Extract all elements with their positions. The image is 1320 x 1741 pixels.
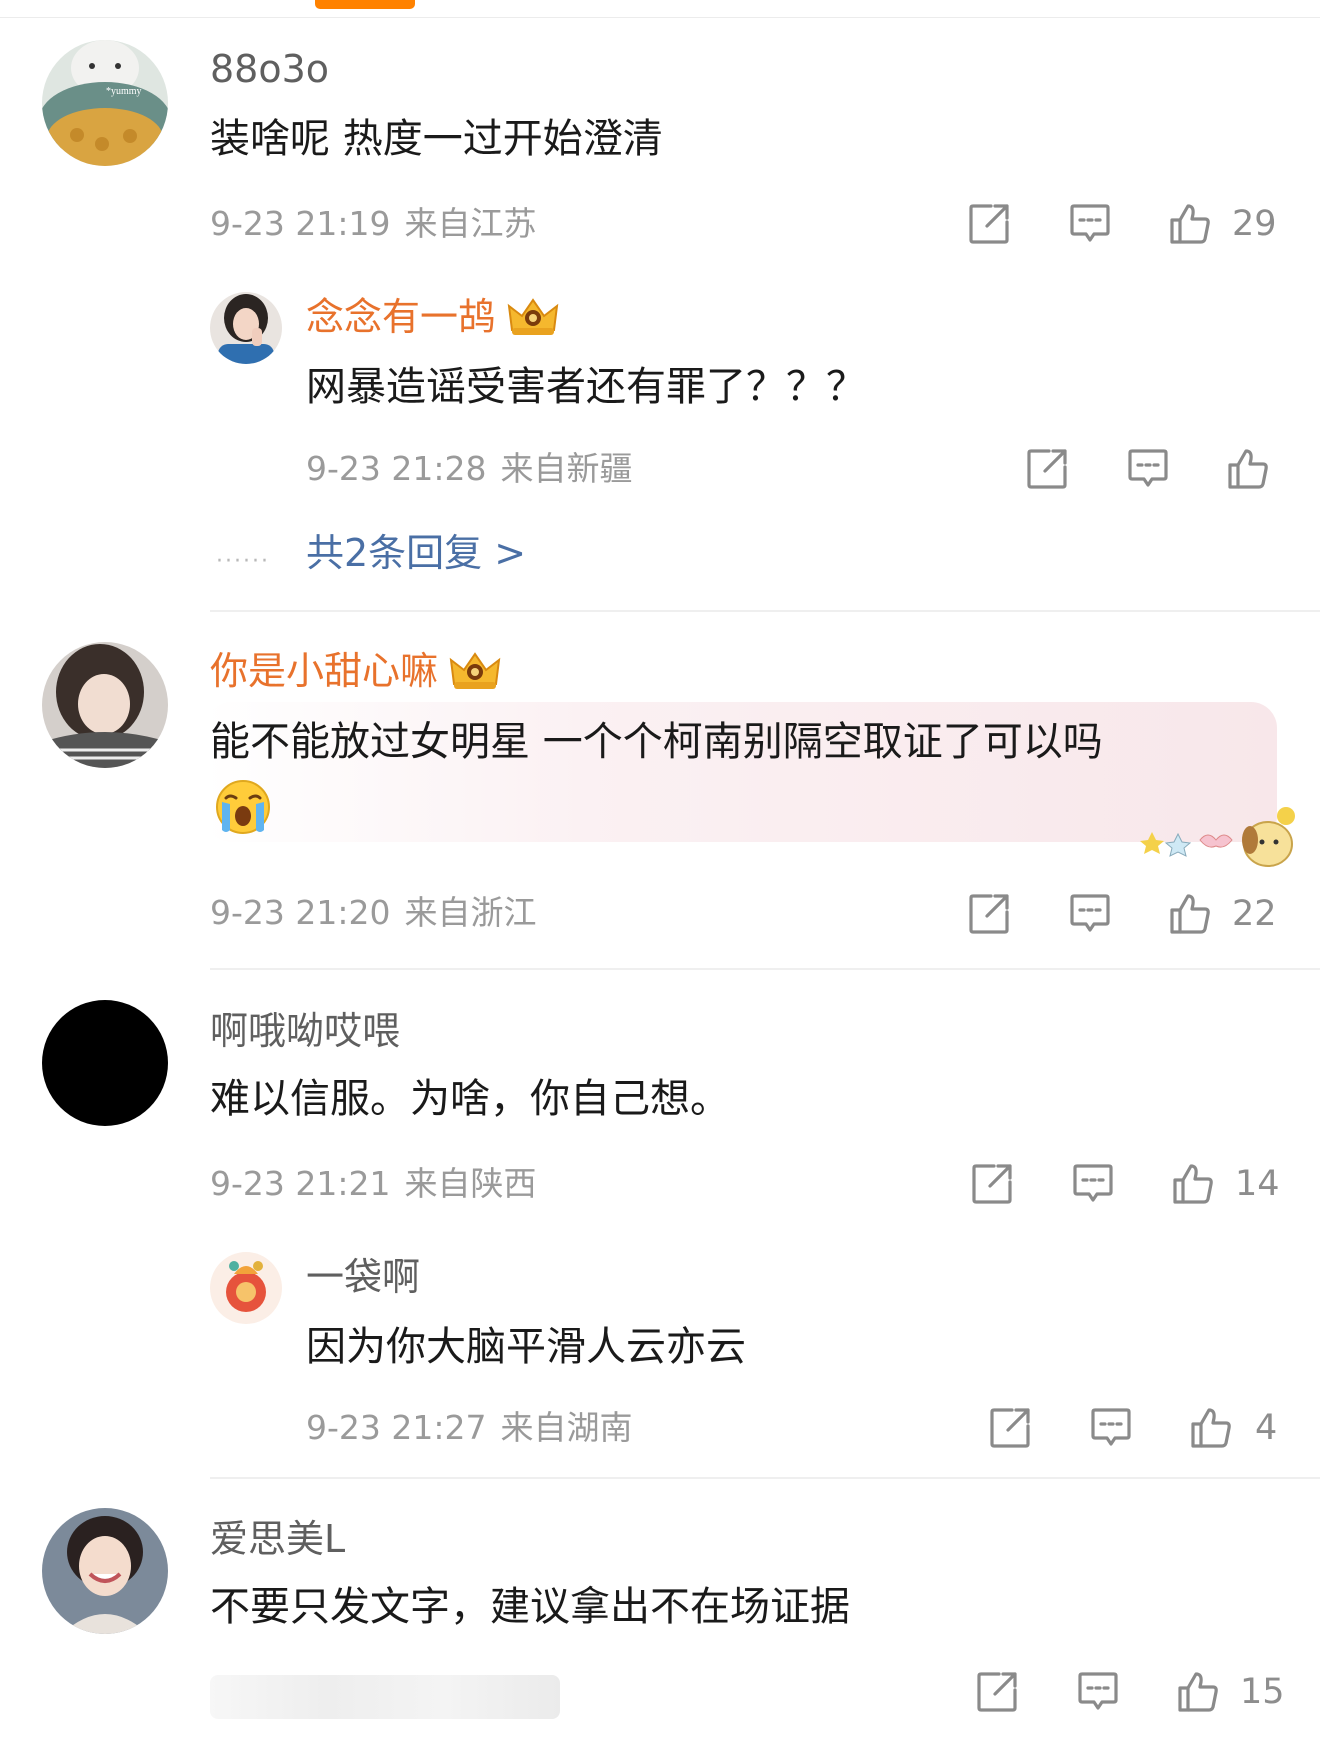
svg-text:*yummy: *yummy	[106, 86, 142, 97]
more-dots: ······	[216, 549, 270, 574]
reply-username-text: 念念有一鸪	[306, 295, 497, 339]
like-count: 29	[1232, 204, 1277, 244]
like-icon[interactable]	[1168, 892, 1212, 936]
avatar-image	[42, 642, 168, 768]
like-icon[interactable]	[1189, 1406, 1233, 1450]
crying-face-icon	[216, 780, 270, 834]
comment-location: 来自江苏	[404, 204, 537, 243]
reply-location: 来自湖南	[500, 1408, 633, 1447]
comment-meta: 9-23 21:21 来自陕西	[210, 1164, 537, 1204]
like-count: 22	[1232, 894, 1277, 934]
comment-username[interactable]: 啊哦呦哎喂	[210, 1008, 400, 1054]
reply-text: 网暴造谣受害者还有罪了？？？	[306, 364, 866, 410]
comment-text: 装啥呢 热度一过开始澄清	[210, 116, 663, 162]
top-divider	[0, 17, 1320, 18]
like-icon[interactable]	[1168, 202, 1212, 246]
reply-time: 9-23 21:28	[306, 449, 487, 488]
comment-text: 不要只发文字，建议拿出不在场证据	[210, 1584, 850, 1630]
like-count: 14	[1235, 1164, 1280, 1204]
crown-icon	[448, 650, 502, 692]
comment-text: 难以信服。为啥，你自己想。	[210, 1076, 730, 1122]
divider	[210, 610, 1320, 612]
comment-icon[interactable]	[1076, 1670, 1120, 1714]
comment-icon[interactable]	[1071, 1162, 1115, 1206]
comment-username[interactable]: 你是小甜心嘛	[210, 648, 502, 694]
avatar-image	[210, 292, 282, 364]
reply-text: 因为你大脑平滑人云亦云	[306, 1324, 746, 1370]
reply-username[interactable]: 念念有一鸪	[306, 294, 560, 340]
comment-meta: 9-23 21:20 来自浙江	[210, 893, 537, 933]
avatar[interactable]	[42, 1000, 168, 1126]
active-tab-indicator	[315, 0, 415, 9]
share-icon[interactable]	[970, 1162, 1014, 1206]
comment-username[interactable]: 爱思美L	[210, 1516, 345, 1562]
avatar[interactable]	[42, 1508, 168, 1634]
comment-username[interactable]: 88o3o	[210, 46, 329, 92]
avatar[interactable]	[42, 642, 168, 768]
avatar-image	[42, 1508, 168, 1634]
reply-time: 9-23 21:27	[306, 1408, 487, 1447]
divider	[210, 1477, 1320, 1479]
reply-avatar[interactable]	[210, 1252, 282, 1324]
share-icon[interactable]	[975, 1670, 1019, 1714]
reply-location: 来自新疆	[500, 449, 633, 488]
like-icon[interactable]	[1176, 1670, 1220, 1714]
comment-meta: 9-23 21:19 来自江苏	[210, 204, 537, 244]
more-replies-link[interactable]: 共2条回复 >	[306, 530, 526, 576]
share-icon[interactable]	[967, 892, 1011, 936]
sticker-decoration-icon	[1140, 807, 1295, 867]
like-icon[interactable]	[1171, 1162, 1215, 1206]
crown-icon	[506, 296, 560, 338]
comment-location: 来自浙江	[404, 893, 537, 932]
like-count: 15	[1240, 1672, 1285, 1712]
reply-meta: 9-23 21:28 来自新疆	[306, 449, 633, 489]
comment-icon[interactable]	[1068, 202, 1112, 246]
comment-icon[interactable]	[1126, 447, 1170, 491]
like-count: 4	[1255, 1408, 1278, 1448]
comment-time: 9-23 21:21	[210, 1164, 391, 1203]
comment-location: 来自陕西	[404, 1164, 537, 1203]
divider	[210, 968, 1320, 970]
avatar-image	[210, 1252, 282, 1324]
share-icon[interactable]	[967, 202, 1011, 246]
reply-username[interactable]: 一袋啊	[306, 1254, 420, 1300]
like-icon[interactable]	[1226, 447, 1270, 491]
share-icon[interactable]	[1025, 447, 1069, 491]
comment-username-text: 你是小甜心嘛	[210, 649, 439, 693]
comment-icon[interactable]	[1089, 1406, 1133, 1450]
comment-time: 9-23 21:20	[210, 893, 391, 932]
blurred-meta	[210, 1675, 560, 1719]
avatar[interactable]: *yummy	[42, 40, 168, 166]
comment-icon[interactable]	[1068, 892, 1112, 936]
comment-text: 能不能放过女明星 一个个柯南别隔空取证了可以吗	[210, 719, 1103, 765]
share-icon[interactable]	[988, 1406, 1032, 1450]
comment-time: 9-23 21:19	[210, 204, 391, 243]
reply-meta: 9-23 21:27 来自湖南	[306, 1408, 633, 1448]
avatar-image: *yummy	[42, 40, 168, 166]
reply-avatar[interactable]	[210, 292, 282, 364]
